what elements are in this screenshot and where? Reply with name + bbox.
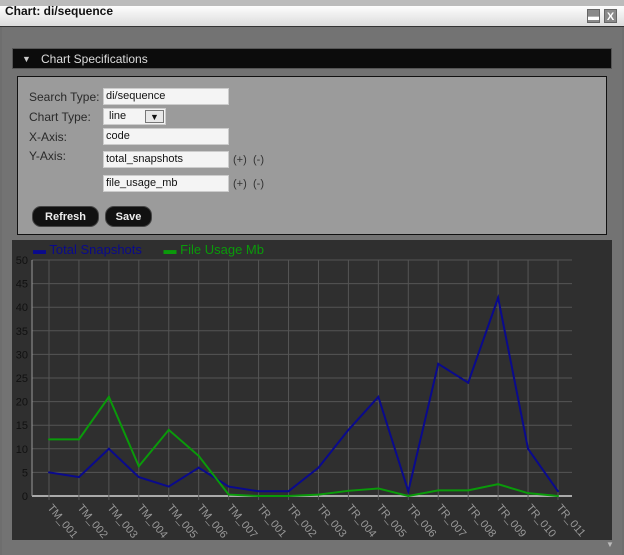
x-tick-label: TM_004 [135, 502, 170, 541]
data-point [467, 489, 470, 492]
y-tick-label: 50 [16, 255, 28, 267]
y-tick-label: 20 [16, 397, 28, 409]
data-point [437, 362, 440, 365]
x-tick-label: TR_004 [344, 502, 378, 540]
data-point [107, 447, 110, 450]
x-tick-label: TM_003 [105, 502, 140, 541]
series-line-1 [49, 394, 559, 498]
data-point [317, 466, 320, 469]
x-tick-label: TM_005 [164, 502, 199, 541]
y-tick-label: 35 [16, 326, 28, 338]
data-point [77, 476, 80, 479]
y-tick-label: 5 [22, 467, 28, 479]
data-point [527, 447, 530, 450]
x-tick-label: TM_002 [75, 502, 110, 541]
x-tick-label: TM_007 [224, 502, 259, 541]
data-point [257, 490, 260, 493]
x-tick-label: TR_002 [284, 502, 318, 540]
x-tick-label: TR_008 [464, 502, 498, 540]
data-point [467, 381, 470, 384]
data-point [347, 489, 350, 492]
data-point [137, 476, 140, 479]
x-tick-label: TM_006 [194, 502, 229, 541]
y-tick-label: 45 [16, 279, 28, 291]
y-tick-label: 25 [16, 373, 28, 385]
data-point [407, 495, 410, 497]
data-point [527, 492, 530, 495]
line-chart: 05101520253035404550TM_001TM_002TM_003TM… [16, 255, 588, 541]
data-point [48, 471, 50, 474]
data-point [167, 485, 170, 488]
data-point [317, 493, 320, 496]
data-point [347, 428, 350, 431]
data-point [557, 490, 559, 493]
x-tick-label: TM_001 [45, 502, 80, 541]
data-point [257, 495, 260, 497]
data-point [497, 296, 500, 299]
data-point [287, 490, 290, 493]
data-point [557, 495, 559, 497]
x-tick-label: TR_001 [254, 502, 288, 540]
y-tick-label: 0 [22, 491, 28, 503]
data-point [287, 495, 290, 497]
data-point [407, 490, 410, 493]
scroll-down-arrow-icon[interactable]: ▼ [606, 540, 614, 549]
x-tick-label: TR_010 [524, 502, 558, 540]
data-point [107, 395, 110, 398]
data-point [48, 438, 50, 441]
y-tick-label: 30 [16, 349, 28, 361]
y-tick-label: 10 [16, 444, 28, 456]
data-point [377, 487, 380, 490]
data-point [377, 395, 380, 398]
x-tick-label: TR_003 [314, 502, 348, 540]
x-tick-label: TR_006 [404, 502, 438, 540]
data-point [137, 465, 140, 468]
y-tick-label: 40 [16, 302, 28, 314]
data-point [77, 438, 80, 441]
x-tick-label: TR_005 [374, 502, 408, 540]
data-point [197, 454, 200, 457]
data-point [197, 466, 200, 469]
series-line-0 [48, 293, 559, 496]
data-point [437, 489, 440, 492]
data-point [497, 483, 500, 486]
data-point [167, 428, 170, 431]
data-point [227, 485, 230, 488]
x-tick-label: TR_009 [494, 502, 528, 540]
x-tick-label: TR_011 [554, 502, 588, 539]
y-tick-label: 15 [16, 420, 28, 432]
x-tick-label: TR_007 [434, 502, 468, 540]
data-point [227, 493, 230, 496]
